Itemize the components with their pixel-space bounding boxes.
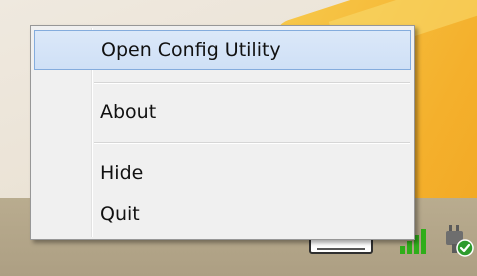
menu-item-hide[interactable]: Hide	[34, 153, 411, 193]
context-menu: Open Config Utility About Hide Quit	[30, 25, 415, 240]
menu-item-quit[interactable]: Quit	[34, 194, 411, 234]
menu-item-open-config-utility[interactable]: Open Config Utility	[34, 30, 411, 70]
menu-separator	[94, 82, 410, 84]
menu-item-label: Hide	[100, 162, 144, 184]
menu-item-about[interactable]: About	[34, 92, 411, 132]
menu-item-label: Open Config Utility	[101, 39, 281, 61]
menu-item-label: Quit	[100, 203, 140, 225]
menu-separator	[94, 142, 410, 144]
power-check-icon[interactable]	[443, 223, 475, 257]
menu-item-label: About	[100, 101, 157, 123]
